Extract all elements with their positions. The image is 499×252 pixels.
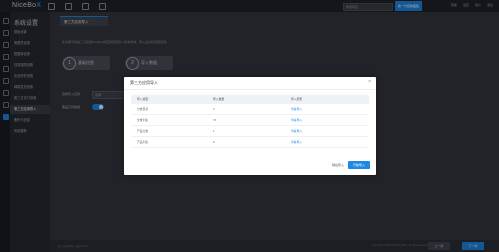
table-cell: 1 bbox=[213, 129, 215, 133]
table-row: 文章列表 73 查看导入 bbox=[131, 115, 369, 126]
table-row: 分类目录 4 查看导入 bbox=[131, 104, 369, 115]
view-result-link[interactable]: 查看导入 bbox=[291, 126, 369, 136]
table-cell: 分类目录 bbox=[137, 107, 149, 111]
dialog-divider bbox=[124, 89, 376, 90]
table-row: 产品列表 6 查看导入 bbox=[131, 137, 369, 148]
dialog-footer: 稍后导入 开始导入 bbox=[332, 161, 370, 169]
close-icon[interactable]: × bbox=[368, 79, 371, 85]
table-header: 导入类型 导入数量 导入结果 bbox=[131, 95, 369, 104]
view-result-link[interactable]: 查看导入 bbox=[291, 115, 369, 125]
table-cell: 6 bbox=[213, 140, 215, 144]
column-header: 导入数量 bbox=[213, 97, 225, 101]
table-cell: 73 bbox=[213, 118, 217, 122]
table-cell: 4 bbox=[213, 107, 215, 111]
dialog-title: 第三方应用导入 bbox=[130, 80, 158, 85]
view-result-link[interactable]: 查看导入 bbox=[291, 104, 369, 114]
view-result-link[interactable]: 查看导入 bbox=[291, 137, 369, 147]
start-import-button[interactable]: 开始导入 bbox=[348, 161, 370, 169]
import-dialog: 第三方应用导入 × 导入类型 导入数量 导入结果 分类目录 4 查看导入 文章列… bbox=[124, 77, 376, 175]
table-cell: 文章列表 bbox=[137, 118, 149, 122]
table-cell: 产品分类 bbox=[137, 129, 149, 133]
later-button[interactable]: 稍后导入 bbox=[332, 163, 344, 167]
import-table: 导入类型 导入数量 导入结果 分类目录 4 查看导入 文章列表 73 查看导入 … bbox=[131, 95, 369, 148]
table-row: 产品分类 1 查看导入 bbox=[131, 126, 369, 137]
column-header: 导入类型 bbox=[137, 97, 149, 101]
column-header: 导入结果 bbox=[291, 97, 303, 101]
table-cell: 产品列表 bbox=[137, 140, 149, 144]
